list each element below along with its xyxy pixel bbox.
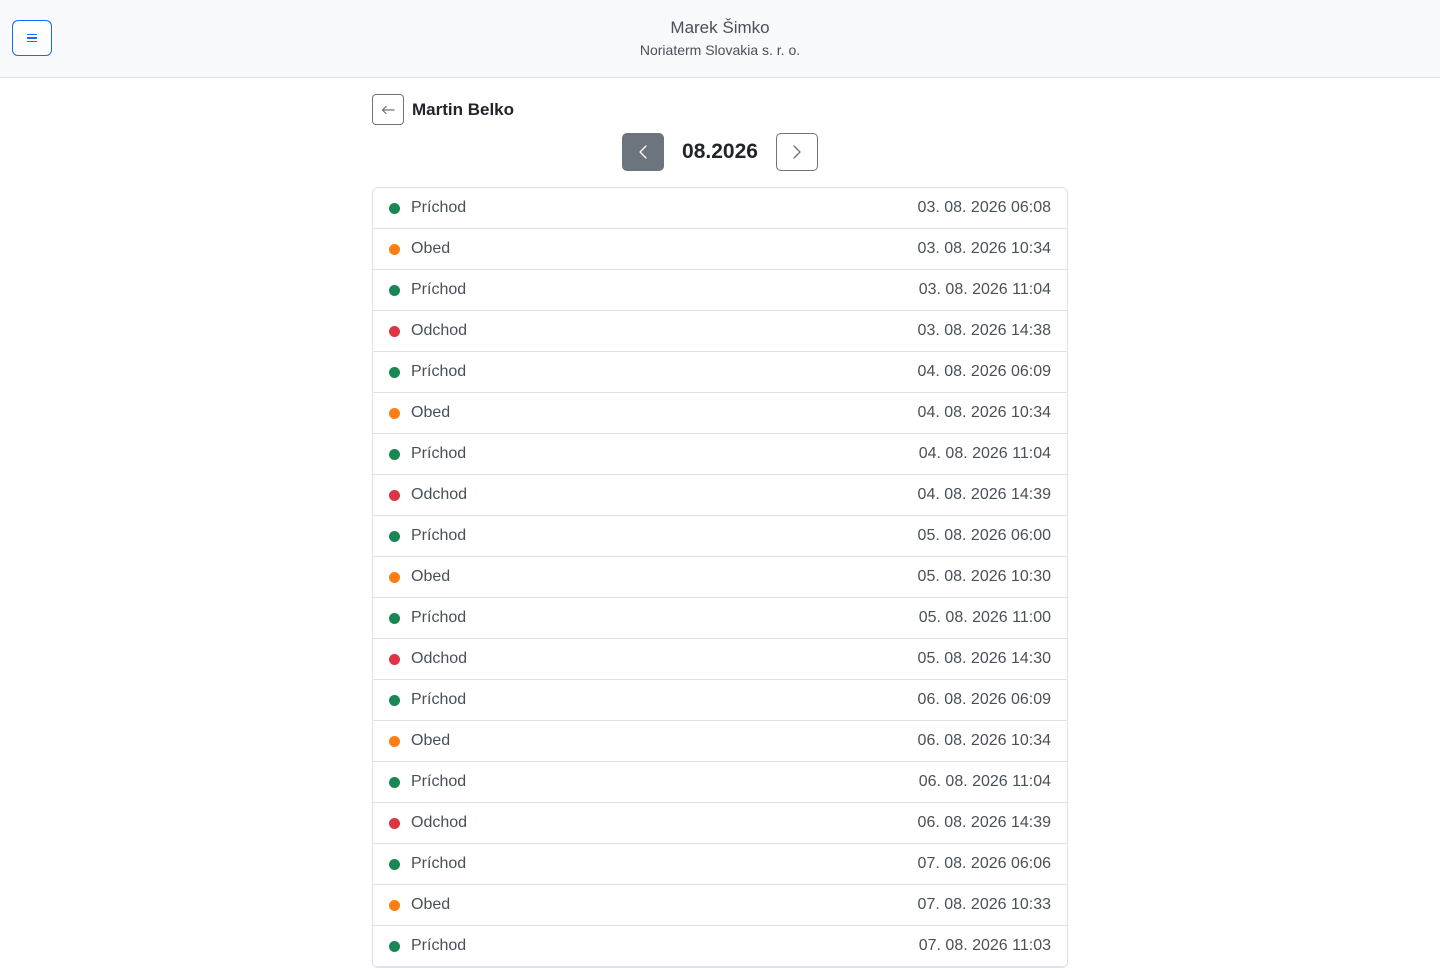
record-timestamp: 05. 08. 2026 14:30 — [917, 650, 1051, 667]
status-dot-icon — [389, 858, 400, 870]
back-button[interactable] — [372, 94, 404, 125]
status-dot-icon — [389, 817, 400, 829]
record-type: Obed — [411, 240, 451, 257]
list-item[interactable]: Príchod 06. 08. 2026 11:04 — [373, 762, 1067, 803]
chevron-left-icon — [639, 145, 647, 159]
record-timestamp: 07. 08. 2026 10:33 — [917, 896, 1051, 913]
record-timestamp: 04. 08. 2026 14:39 — [917, 486, 1051, 503]
status-dot-icon — [389, 776, 400, 788]
record-timestamp: 06. 08. 2026 14:39 — [917, 814, 1051, 831]
hamburger-icon — [27, 33, 37, 43]
list-item[interactable]: Obed 07. 08. 2026 10:33 — [373, 885, 1067, 926]
record-type: Odchod — [411, 814, 468, 831]
current-month: 08.2026 — [682, 140, 758, 163]
status-dot-icon — [389, 899, 400, 911]
record-timestamp: 04. 08. 2026 10:34 — [917, 404, 1051, 421]
attendance-list: Príchod 03. 08. 2026 06:08 Obed 03. 08. 202… — [372, 187, 1068, 968]
status-dot-icon — [389, 694, 400, 706]
status-dot-icon — [389, 653, 400, 665]
record-timestamp: 03. 08. 2026 11:04 — [918, 281, 1051, 298]
status-dot-icon — [389, 612, 400, 624]
record-timestamp: 05. 08. 2026 10:30 — [917, 568, 1051, 585]
employee-name: Martin Belko — [412, 99, 515, 119]
list-item[interactable]: Príchod 03. 08. 2026 11:04 — [373, 270, 1067, 311]
previous-month-button[interactable] — [622, 133, 664, 171]
record-timestamp: 03. 08. 2026 14:38 — [917, 322, 1051, 339]
record-type: Príchod — [411, 855, 467, 872]
status-dot-icon — [389, 448, 400, 460]
record-timestamp: 06. 08. 2026 10:34 — [917, 732, 1051, 749]
list-item[interactable]: Príchod 07. 08. 2026 06:06 — [373, 844, 1067, 885]
user-name: Marek Šimko — [670, 18, 770, 37]
status-dot-icon — [389, 284, 400, 296]
status-dot-icon — [389, 940, 400, 952]
record-type: Obed — [411, 568, 451, 585]
list-item[interactable]: Príchod 07. 08. 2026 11:03 — [373, 926, 1067, 967]
top-navbar: Marek Šimko Noriaterm Slovakia s. r. o. — [0, 0, 1440, 78]
record-timestamp: 06. 08. 2026 11:04 — [918, 773, 1051, 790]
list-item[interactable]: Príchod 04. 08. 2026 06:09 — [373, 352, 1067, 393]
status-dot-icon — [389, 202, 400, 214]
list-item[interactable]: Odchod 05. 08. 2026 14:30 — [373, 639, 1067, 680]
record-type: Obed — [411, 404, 451, 421]
record-type: Príchod — [411, 609, 467, 626]
chevron-right-icon — [793, 145, 801, 159]
record-timestamp: 04. 08. 2026 11:04 — [918, 445, 1051, 462]
list-item[interactable]: Odchod 04. 08. 2026 14:39 — [373, 475, 1067, 516]
record-type: Príchod — [411, 691, 467, 708]
record-type: Príchod — [411, 281, 467, 298]
main-content: Martin Belko 08.2026 Príchod 03. 08. 2026… — [372, 94, 1068, 968]
status-dot-icon — [389, 530, 400, 542]
record-timestamp: 03. 08. 2026 10:34 — [917, 240, 1051, 257]
record-type: Odchod — [411, 322, 468, 339]
list-item[interactable]: Obed 03. 08. 2026 10:34 — [373, 229, 1067, 270]
record-timestamp: 06. 08. 2026 06:09 — [917, 691, 1051, 708]
list-item[interactable]: Obed 04. 08. 2026 10:34 — [373, 393, 1067, 434]
user-info: Marek Šimko Noriaterm Slovakia s. r. o. — [0, 0, 1440, 59]
list-item[interactable]: Príchod 05. 08. 2026 11:00 — [373, 598, 1067, 639]
status-dot-icon — [389, 489, 400, 501]
list-item[interactable]: Príchod 05. 08. 2026 06:00 — [373, 516, 1067, 557]
employee-header: Martin Belko — [372, 94, 1068, 125]
list-item[interactable]: Príchod 04. 08. 2026 11:04 — [373, 434, 1067, 475]
arrow-left-icon — [381, 105, 395, 114]
list-item[interactable]: Obed 06. 08. 2026 10:34 — [373, 721, 1067, 762]
record-type: Obed — [411, 732, 451, 749]
status-dot-icon — [389, 407, 400, 419]
record-timestamp: 05. 08. 2026 06:00 — [917, 527, 1051, 544]
list-item[interactable]: Odchod 03. 08. 2026 14:38 — [373, 311, 1067, 352]
record-type: Príchod — [411, 937, 467, 954]
list-item[interactable]: Príchod 03. 08. 2026 06:08 — [373, 188, 1067, 229]
menu-toggle-button[interactable] — [12, 20, 52, 56]
status-dot-icon — [389, 325, 400, 337]
record-timestamp: 03. 08. 2026 06:08 — [917, 199, 1051, 216]
list-item[interactable]: Odchod 06. 08. 2026 14:39 — [373, 803, 1067, 844]
list-item[interactable]: Príchod 06. 08. 2026 06:09 — [373, 680, 1067, 721]
record-timestamp: 05. 08. 2026 11:00 — [918, 609, 1051, 626]
record-timestamp: 07. 08. 2026 06:06 — [917, 855, 1051, 872]
record-type: Obed — [411, 896, 451, 913]
company-name: Noriaterm Slovakia s. r. o. — [639, 42, 801, 58]
status-dot-icon — [389, 571, 400, 583]
record-type: Príchod — [411, 773, 467, 790]
record-timestamp: 07. 08. 2026 11:03 — [918, 937, 1051, 954]
record-type: Príchod — [411, 527, 467, 544]
record-type: Odchod — [411, 650, 468, 667]
record-type: Príchod — [411, 363, 467, 380]
next-month-button[interactable] — [776, 133, 818, 171]
record-type: Príchod — [411, 199, 467, 216]
status-dot-icon — [389, 366, 400, 378]
list-item[interactable]: Obed 05. 08. 2026 10:30 — [373, 557, 1067, 598]
status-dot-icon — [389, 735, 400, 747]
record-type: Odchod — [411, 486, 468, 503]
record-timestamp: 04. 08. 2026 06:09 — [917, 363, 1051, 380]
status-dot-icon — [389, 243, 400, 255]
record-type: Príchod — [411, 445, 467, 462]
month-navigation: 08.2026 — [372, 133, 1068, 171]
